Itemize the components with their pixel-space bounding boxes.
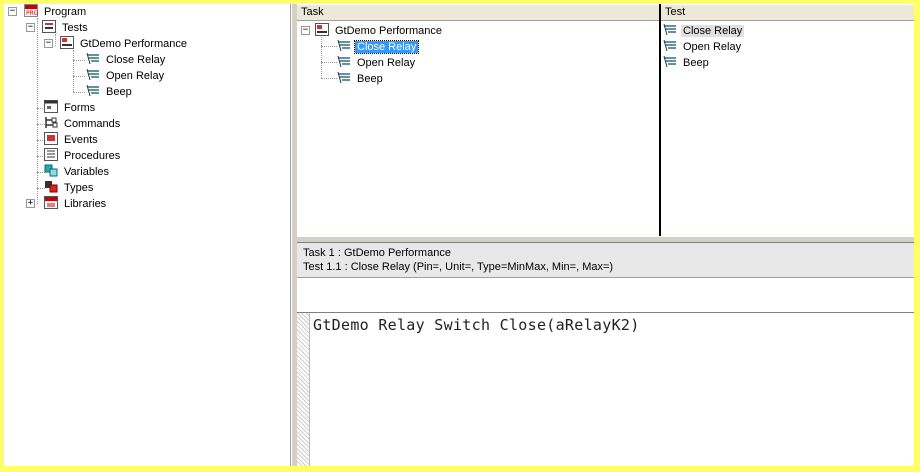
tree-connector <box>73 60 85 61</box>
code-editor[interactable]: GtDemo Relay Switch Close(aRelayK2) <box>297 313 914 466</box>
task-pane[interactable]: Task − GtDemo Performance Close Relay Op… <box>297 4 661 236</box>
test-icon <box>337 71 351 84</box>
task-icon <box>60 36 74 49</box>
task-icon <box>315 23 329 36</box>
tree-connector <box>321 78 337 79</box>
test-icon <box>663 39 677 52</box>
collapse-icon[interactable]: − <box>26 23 35 32</box>
tree-item-test[interactable]: Beep <box>86 84 134 100</box>
types-icon <box>44 180 58 193</box>
task-column-header[interactable]: Task <box>297 4 659 21</box>
test-icon <box>663 23 677 36</box>
collapse-icon[interactable]: − <box>301 26 310 35</box>
test-label: Close Relay <box>681 25 745 37</box>
tree-item-program[interactable]: PRG Program <box>24 4 88 20</box>
test-list-item[interactable]: Beep <box>663 55 711 71</box>
test-icon <box>86 68 100 81</box>
collapse-icon[interactable]: − <box>8 7 17 16</box>
tree-connector <box>73 92 85 93</box>
test-icon <box>337 55 351 68</box>
task-test-item[interactable]: Beep <box>337 71 385 87</box>
info-pane: Task 1 : GtDemo Performance Test 1.1 : C… <box>297 243 914 278</box>
test-label: Beep <box>357 73 383 85</box>
tree-connector <box>321 46 337 47</box>
test-pane[interactable]: Test Close Relay Open Relay Beep <box>661 4 914 236</box>
test-icon <box>337 39 351 52</box>
tree-item-label: Program <box>44 6 87 18</box>
tree-item-types[interactable]: Types <box>44 180 95 196</box>
selected-test-label: Close Relay <box>353 40 420 54</box>
task-test-item[interactable]: Open Relay <box>337 55 417 71</box>
tree-item-label: Beep <box>106 86 132 98</box>
tree-item-label: Open Relay <box>106 70 165 82</box>
tree-item-label: Events <box>64 134 98 146</box>
tree-item-variables[interactable]: Variables <box>44 164 111 180</box>
test-label: Open Relay <box>683 41 742 53</box>
tree-connector <box>321 34 322 78</box>
tree-item-forms[interactable]: Forms <box>44 100 97 116</box>
tree-connector <box>37 18 38 204</box>
program-tree[interactable]: − PRG Program − Tests − GtDemo Performan… <box>4 4 291 466</box>
editor-gutter <box>297 313 310 466</box>
test-list-item[interactable]: Close Relay <box>663 23 745 39</box>
test-label: Beep <box>683 57 709 69</box>
tree-item-tests[interactable]: Tests <box>42 20 90 36</box>
events-icon <box>44 132 58 145</box>
parameter-pane[interactable] <box>297 278 914 313</box>
test-label: Open Relay <box>357 57 416 69</box>
tree-item-label: Libraries <box>64 198 107 210</box>
tree-item-test[interactable]: Close Relay <box>86 52 167 68</box>
task-tree-item[interactable]: GtDemo Performance <box>315 23 444 39</box>
forms-icon <box>44 100 58 113</box>
tree-connector <box>73 50 74 92</box>
tree-item-label: Types <box>64 182 94 194</box>
horizontal-splitter[interactable] <box>297 236 914 243</box>
tree-item-label: Variables <box>64 166 110 178</box>
tree-connector <box>73 76 85 77</box>
expand-icon[interactable]: + <box>26 199 35 208</box>
tree-item-label: Forms <box>64 102 96 114</box>
editor-area: Task − GtDemo Performance Close Relay Op… <box>297 4 914 466</box>
variables-icon <box>44 164 58 177</box>
app-window: − PRG Program − Tests − GtDemo Performan… <box>4 4 914 466</box>
test-info-line: Test 1.1 : Close Relay (Pin=, Unit=, Typ… <box>303 261 614 273</box>
tree-item-test[interactable]: Open Relay <box>86 68 166 84</box>
tree-item-label: Commands <box>64 118 121 130</box>
svg-text:PRG: PRG <box>26 10 38 17</box>
tree-item-task[interactable]: GtDemo Performance <box>60 36 189 52</box>
libraries-icon <box>44 196 58 209</box>
procedures-icon <box>44 148 58 161</box>
collapse-icon[interactable]: − <box>44 39 53 48</box>
task-test-item[interactable]: Close Relay <box>337 39 420 55</box>
test-list-item[interactable]: Open Relay <box>663 39 743 55</box>
tree-item-commands[interactable]: Commands <box>44 116 122 132</box>
test-icon <box>86 52 100 65</box>
tree-item-label: Tests <box>62 22 88 34</box>
task-info-line: Task 1 : GtDemo Performance <box>303 247 451 259</box>
commands-icon <box>44 116 58 129</box>
tree-connector <box>321 62 337 63</box>
code-line[interactable]: GtDemo Relay Switch Close(aRelayK2) <box>313 316 640 334</box>
tree-item-label: GtDemo Performance <box>80 38 187 50</box>
task-label: GtDemo Performance <box>335 25 442 37</box>
test-column-header[interactable]: Test <box>661 4 914 21</box>
tree-item-label: Close Relay <box>106 54 166 66</box>
tests-icon <box>42 20 56 33</box>
prg-icon: PRG <box>24 4 39 17</box>
test-icon <box>86 84 100 97</box>
tree-item-label: Procedures <box>64 150 121 162</box>
tree-item-events[interactable]: Events <box>44 132 100 148</box>
test-icon <box>663 55 677 68</box>
tree-item-libraries[interactable]: Libraries <box>44 196 108 212</box>
tree-item-procedures[interactable]: Procedures <box>44 148 122 164</box>
